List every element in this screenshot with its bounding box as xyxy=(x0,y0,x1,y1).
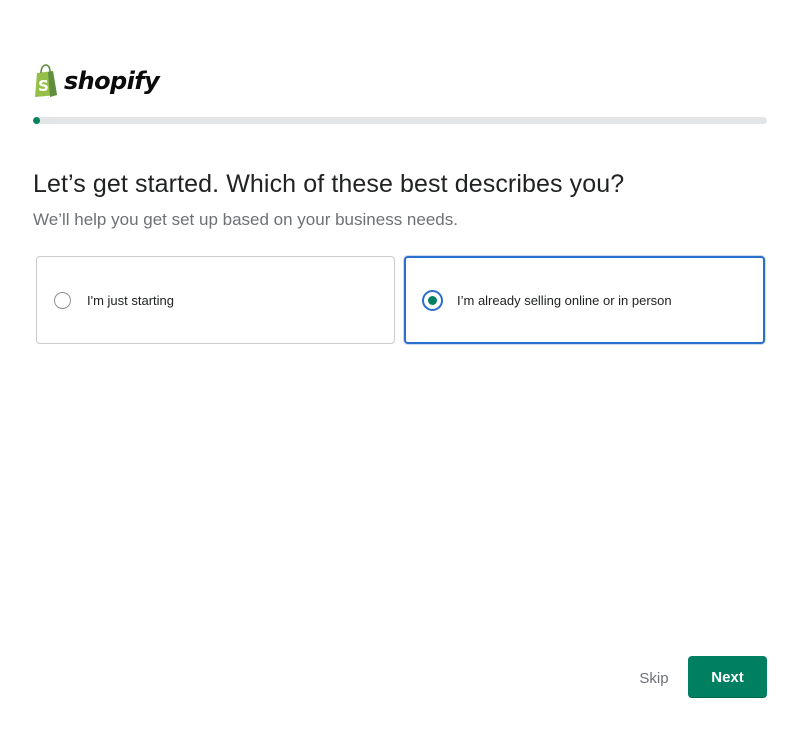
radio-unchecked-icon[interactable] xyxy=(54,291,71,309)
shopify-bag-icon: S xyxy=(35,64,57,97)
radio-checked-icon[interactable] xyxy=(422,289,443,311)
page-title: Let’s get started. Which of these best d… xyxy=(33,170,625,198)
svg-text:S: S xyxy=(38,77,49,95)
option-label: I’m already selling online or in person xyxy=(457,292,672,308)
onboarding-page: S shopify Let’s get started. Which of th… xyxy=(0,0,800,750)
brand-wordmark: shopify xyxy=(64,67,160,95)
progress-bar-fill xyxy=(33,117,41,124)
option-label: I'm just starting xyxy=(87,292,175,308)
skip-button[interactable]: Skip xyxy=(631,667,677,689)
option-just-starting[interactable]: I'm just starting xyxy=(36,256,395,344)
option-already-selling[interactable]: I’m already selling online or in person xyxy=(404,256,765,344)
page-subtitle: We’ll help you get set up based on your … xyxy=(33,210,458,229)
progress-bar xyxy=(33,117,767,124)
shopify-logo: S shopify xyxy=(33,64,160,98)
next-button[interactable]: Next xyxy=(688,656,767,698)
